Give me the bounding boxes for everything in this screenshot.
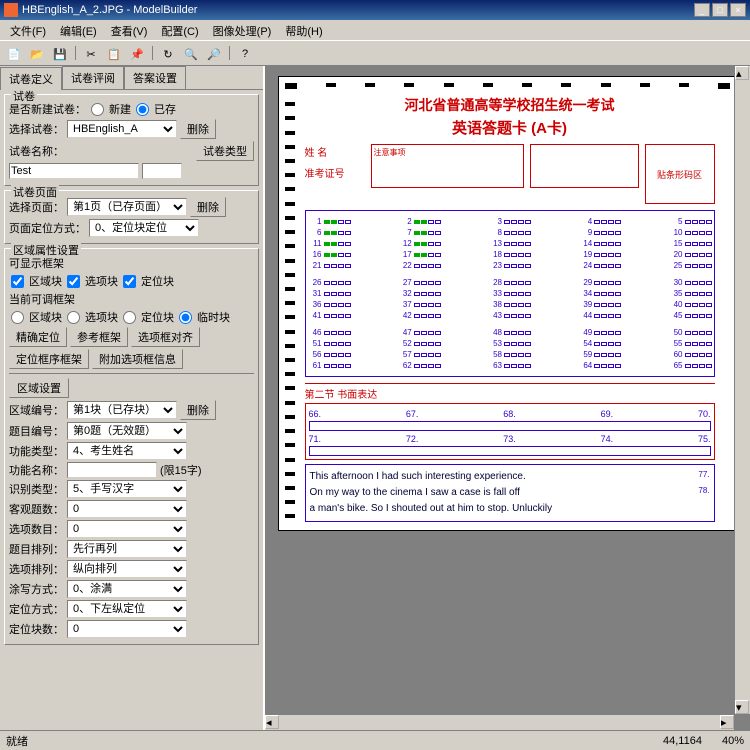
new-icon[interactable]: 📄 <box>4 44 24 64</box>
sheet-title1: 河北省普通高等学校招生统一考试 <box>305 95 715 115</box>
essay-text: This afternoon I had such interesting ex… <box>305 464 715 522</box>
group-page: 选择页面： 第1页（已存页面） 删除 页面定位方式： 0、定位块定位 <box>4 190 259 244</box>
rotate-icon[interactable]: ↻ <box>158 44 178 64</box>
answer-sheet: 河北省普通高等学校招生统一考试 英语答题卡 (A卡) 姓 名 准考证号 注意事项… <box>278 76 738 531</box>
open-icon[interactable]: 📂 <box>27 44 47 64</box>
select-exam-label: 选择试卷： <box>9 121 64 137</box>
area-num-select[interactable]: 第1块（已存块） <box>67 401 177 419</box>
radio-area2[interactable] <box>11 311 24 324</box>
menubar: 文件(F) 编辑(E) 查看(V) 配置(C) 图像处理(P) 帮助(H) <box>0 20 750 40</box>
q-arrange-select[interactable]: 先行再列 <box>67 540 187 558</box>
radio-opt2[interactable] <box>67 311 80 324</box>
zoom-in-icon[interactable]: 🔍 <box>181 44 201 64</box>
left-panel: 试卷定义 试卷评阅 答案设置 是否新建试卷： 新建 已存 选择试卷： HBEng… <box>0 66 265 730</box>
page-delete-button[interactable]: 删除 <box>190 197 226 217</box>
radio-loc2[interactable] <box>123 311 136 324</box>
exam-name-label: 试卷名称： <box>9 143 64 159</box>
recog-type-select[interactable]: 5、手写汉字 <box>67 480 187 498</box>
radio-temp[interactable] <box>179 311 192 324</box>
paste-icon[interactable]: 📌 <box>127 44 147 64</box>
cut-icon[interactable]: ✂ <box>81 44 101 64</box>
zoom-out-icon[interactable]: 🔎 <box>204 44 224 64</box>
opt-count-select[interactable]: 0 <box>67 520 187 538</box>
group-exam: 是否新建试卷： 新建 已存 选择试卷： HBEnglish_A 删除 试卷名称：… <box>4 94 259 186</box>
status-zoom: 40% <box>722 735 744 747</box>
chk-area[interactable] <box>11 275 24 288</box>
btn-ref[interactable]: 参考框架 <box>70 327 128 347</box>
new-exist-label: 是否新建试卷： <box>9 101 86 117</box>
obj-count-select[interactable]: 0 <box>67 500 187 518</box>
area-delete-button[interactable]: 删除 <box>180 400 216 420</box>
func-type-select[interactable]: 4、考生姓名 <box>67 442 187 460</box>
menu-edit[interactable]: 编辑(E) <box>54 22 103 38</box>
minimize-button[interactable]: _ <box>694 3 710 17</box>
radio-exist[interactable] <box>136 103 149 116</box>
chk-opt[interactable] <box>67 275 80 288</box>
loc-mode-label: 页面定位方式： <box>9 220 86 236</box>
adj-frame-label: 当前可调框架 <box>9 291 75 307</box>
status-text: 就绪 <box>6 733 28 749</box>
menu-view[interactable]: 查看(V) <box>105 22 154 38</box>
toolbar: 📄 📂 💾 ✂ 📋 📌 ↻ 🔍 🔎 ? <box>0 40 750 66</box>
status-coords: 44,1164 <box>663 735 702 747</box>
titlebar: HBEnglish_A_2.JPG - ModelBuilder _ □ × <box>0 0 750 20</box>
essay-header: 第二节 书面表达 <box>305 386 715 401</box>
help-icon[interactable]: ? <box>235 44 255 64</box>
pos-block-select[interactable]: 0 <box>67 620 187 638</box>
app-icon <box>4 3 18 17</box>
btn-align[interactable]: 选项框对齐 <box>131 327 200 347</box>
maximize-button[interactable]: □ <box>712 3 728 17</box>
menu-file[interactable]: 文件(F) <box>4 22 52 38</box>
func-name-input[interactable] <box>67 462 157 478</box>
smear-select[interactable]: 0、涂满 <box>67 580 187 598</box>
menu-image[interactable]: 图像处理(P) <box>207 22 278 38</box>
copy-icon[interactable]: 📋 <box>104 44 124 64</box>
close-button[interactable]: × <box>730 3 746 17</box>
horizontal-scrollbar[interactable]: ◂▸ <box>265 714 734 730</box>
test-input2[interactable] <box>142 163 182 179</box>
preview-pane[interactable]: 河北省普通高等学校招生统一考试 英语答题卡 (A卡) 姓 名 准考证号 注意事项… <box>265 66 750 730</box>
tab-answers[interactable]: 答案设置 <box>124 66 186 89</box>
bubble-grid: 1234567891011121314151617181920212223242… <box>305 210 715 377</box>
notice-box: 注意事项 <box>371 144 524 188</box>
test-input[interactable] <box>9 163 139 179</box>
tab-review[interactable]: 试卷评阅 <box>62 66 124 89</box>
select-page[interactable]: 第1页（已存页面） <box>67 198 187 216</box>
btn-area-set[interactable]: 区域设置 <box>9 378 69 398</box>
q-num-select[interactable]: 第0题（无效题） <box>67 422 187 440</box>
chk-loc[interactable] <box>123 275 136 288</box>
select-exam[interactable]: HBEnglish_A <box>67 120 177 138</box>
window-title: HBEnglish_A_2.JPG - ModelBuilder <box>22 4 694 16</box>
vertical-scrollbar[interactable]: ▴▾ <box>734 66 750 714</box>
menu-help[interactable]: 帮助(H) <box>279 22 328 38</box>
loc-mode-select[interactable]: 0、定位块定位 <box>89 219 199 237</box>
area-num-label: 区域编号： <box>9 402 64 418</box>
btn-add[interactable]: 附加选项框信息 <box>92 349 183 369</box>
save-icon[interactable]: 💾 <box>50 44 70 64</box>
fill-box <box>530 144 639 188</box>
tab-define[interactable]: 试卷定义 <box>0 67 62 90</box>
delete-button[interactable]: 删除 <box>180 119 216 139</box>
statusbar: 就绪 44,1164 40% <box>0 730 750 750</box>
radio-new[interactable] <box>91 103 104 116</box>
btn-precise[interactable]: 精确定位 <box>9 327 67 347</box>
select-page-label: 选择页面： <box>9 199 64 215</box>
barcode-box: 贴条形码区 <box>645 144 715 204</box>
btn-locframe[interactable]: 定位框序框架 <box>9 349 89 369</box>
menu-config[interactable]: 配置(C) <box>155 22 204 38</box>
group-area: 可显示框架 区域块 选项块 定位块 当前可调框架 区域块 选项块 定位块 临时块 <box>4 248 259 645</box>
sheet-title2: 英语答题卡 (A卡) <box>305 117 715 138</box>
opt-arrange-select[interactable]: 纵向排列 <box>67 560 187 578</box>
pos-mode-select[interactable]: 0、下左纵定位 <box>67 600 187 618</box>
show-frame-label: 可显示框架 <box>9 255 64 271</box>
exam-type-button[interactable]: 试卷类型 <box>196 141 254 161</box>
